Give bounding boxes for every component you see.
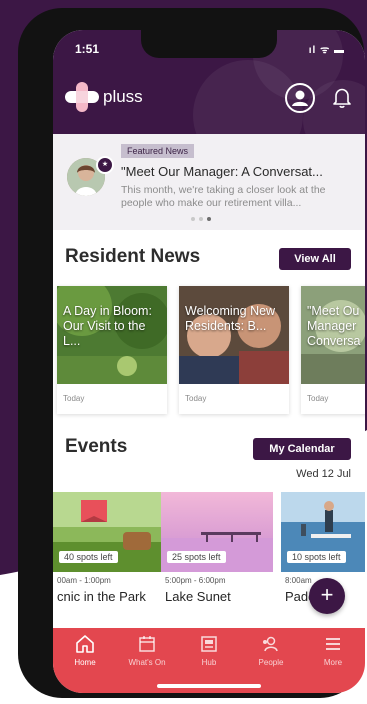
event-time: 00am - 1:00pm (57, 576, 111, 585)
tab-label: Home (74, 658, 96, 667)
news-caption: "Meet Ou Manager Conversa (307, 304, 361, 348)
spots-left-badge: 10 spots left (287, 551, 346, 563)
carousel-dot-active[interactable] (207, 217, 211, 221)
bell-icon[interactable] (331, 86, 353, 110)
people-icon (263, 636, 278, 652)
profile-button[interactable] (285, 83, 315, 113)
news-caption: A Day in Bloom: Our Visit to the L... (63, 304, 152, 348)
event-title: cnic in the Park (57, 589, 146, 604)
featured-title: "Meet Our Manager: A Conversat... (121, 164, 323, 179)
tab-home[interactable]: Home (55, 634, 115, 667)
tab-whats-on[interactable]: What's On (117, 634, 177, 667)
carousel-dot[interactable] (199, 217, 203, 221)
tab-hub[interactable]: Hub (179, 634, 239, 667)
news-image (179, 286, 289, 384)
featured-body: This month, we're taking a closer look a… (121, 184, 326, 209)
view-all-button[interactable]: View All (279, 248, 351, 270)
calendar-icon (139, 636, 155, 652)
app-name: pluss (103, 87, 143, 106)
add-fab-button[interactable]: + (309, 578, 345, 614)
event-card[interactable]: 25 spots left 5:00pm - 6:00pm Lake Sunet (161, 492, 273, 610)
news-date: Today (307, 394, 329, 403)
tab-people[interactable]: People (241, 634, 301, 667)
hub-icon (201, 636, 217, 652)
header-bar: 1:51 ıl ᯤ ▬ pluss (53, 30, 365, 134)
user-icon (292, 90, 308, 106)
tab-label: More (323, 658, 343, 667)
tab-label: Hub (201, 658, 217, 667)
news-card[interactable]: A Day in Bloom: Our Visit to the L... To… (57, 286, 167, 414)
pluss-logo-icon (65, 82, 99, 112)
app-screen: 1:51 ıl ᯤ ▬ pluss Featured News ★ "Meet … (53, 30, 365, 693)
tab-more[interactable]: More (303, 634, 363, 667)
event-card[interactable]: 40 spots left 00am - 1:00pm cnic in the … (53, 492, 165, 610)
resident-news-heading: Resident News (65, 246, 201, 267)
status-time: 1:51 (75, 42, 100, 56)
tab-label: People (258, 658, 284, 667)
spots-left-badge: 25 spots left (167, 551, 226, 563)
event-title: Lake Sunet (165, 589, 231, 604)
my-calendar-button[interactable]: My Calendar (253, 438, 351, 460)
news-card[interactable]: Welcoming New Residents: B... Today (179, 286, 289, 414)
news-card[interactable]: "Meet Ou Manager Conversa Today (301, 286, 365, 414)
featured-badge: Featured News (121, 144, 195, 158)
events-date: Wed 12 Jul (296, 468, 351, 480)
events-heading: Events (65, 436, 128, 457)
event-time: 8:00am (285, 576, 312, 585)
status-icons: ıl ᯤ ▬ (308, 45, 345, 56)
carousel-dot[interactable] (191, 217, 195, 221)
tab-label: What's On (128, 658, 166, 667)
spots-left-badge: 40 spots left (59, 551, 118, 563)
event-time: 5:00pm - 6:00pm (165, 576, 226, 585)
home-icon (76, 635, 94, 653)
news-caption: Welcoming New Residents: B... (185, 304, 276, 333)
carousel-dots[interactable] (191, 217, 211, 221)
bottom-tab-bar: Home What's On Hub People More (53, 628, 365, 693)
phone-frame: 1:51 ıl ᯤ ▬ pluss Featured News ★ "Meet … (18, 8, 365, 698)
star-badge-icon: ★ (96, 156, 114, 174)
featured-news-card[interactable]: Featured News ★ "Meet Our Manager: A Con… (53, 134, 365, 230)
phone-notch (141, 30, 277, 58)
menu-icon (326, 638, 340, 650)
home-indicator (157, 684, 261, 688)
news-date: Today (63, 394, 85, 403)
news-date: Today (185, 394, 207, 403)
